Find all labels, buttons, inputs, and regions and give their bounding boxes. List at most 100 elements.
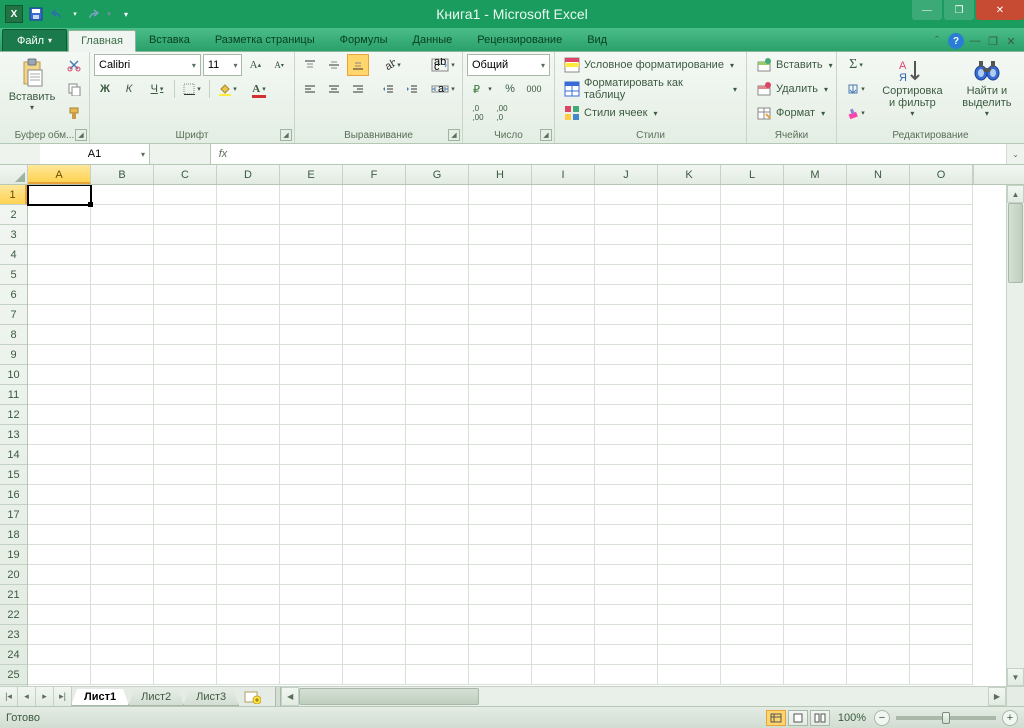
row-header[interactable]: 4	[0, 245, 27, 265]
column-header[interactable]: G	[406, 165, 469, 184]
cell[interactable]	[91, 505, 154, 525]
cell[interactable]	[217, 665, 280, 685]
zoom-in-icon[interactable]: +	[1002, 710, 1018, 726]
cell[interactable]	[217, 645, 280, 665]
cell[interactable]	[847, 265, 910, 285]
cell[interactable]	[721, 285, 784, 305]
row-header[interactable]: 10	[0, 365, 27, 385]
cell[interactable]	[658, 345, 721, 365]
cell[interactable]	[532, 545, 595, 565]
cell[interactable]	[280, 605, 343, 625]
workbook-close-icon[interactable]: ✕	[1004, 34, 1018, 48]
cell[interactable]	[721, 565, 784, 585]
cell[interactable]	[910, 345, 973, 365]
cell[interactable]	[280, 625, 343, 645]
column-header[interactable]: O	[910, 165, 973, 184]
cell[interactable]	[217, 325, 280, 345]
cell[interactable]	[280, 485, 343, 505]
row-header[interactable]: 6	[0, 285, 27, 305]
cell[interactable]	[721, 385, 784, 405]
row-header[interactable]: 7	[0, 305, 27, 325]
cell[interactable]	[154, 465, 217, 485]
cell[interactable]	[910, 625, 973, 645]
cell[interactable]	[469, 445, 532, 465]
cell[interactable]	[343, 365, 406, 385]
cell[interactable]	[595, 245, 658, 265]
cell[interactable]	[532, 245, 595, 265]
cell[interactable]	[532, 665, 595, 685]
cell[interactable]	[847, 405, 910, 425]
cell[interactable]	[343, 225, 406, 245]
cell[interactable]	[658, 445, 721, 465]
cell[interactable]	[28, 405, 91, 425]
cell[interactable]	[721, 185, 784, 205]
cell[interactable]	[280, 245, 343, 265]
cell[interactable]	[343, 385, 406, 405]
cell[interactable]	[154, 605, 217, 625]
cell[interactable]	[532, 205, 595, 225]
cell[interactable]	[595, 625, 658, 645]
cell[interactable]	[469, 305, 532, 325]
workbook-restore-icon[interactable]: ❐	[986, 34, 1000, 48]
cell[interactable]	[280, 265, 343, 285]
cell[interactable]	[469, 545, 532, 565]
cell[interactable]	[910, 525, 973, 545]
cell[interactable]	[910, 205, 973, 225]
cell[interactable]	[658, 625, 721, 645]
cell[interactable]	[721, 305, 784, 325]
sheet-nav-prev-icon[interactable]: ◂	[18, 687, 36, 706]
cell[interactable]	[343, 665, 406, 685]
cell[interactable]	[280, 425, 343, 445]
delete-cells-button[interactable]: Удалить	[751, 78, 832, 100]
cell[interactable]	[406, 185, 469, 205]
row-header[interactable]: 18	[0, 525, 27, 545]
cell[interactable]	[280, 645, 343, 665]
cell[interactable]	[784, 525, 847, 545]
autosum-icon[interactable]: Σ	[841, 54, 871, 76]
cell[interactable]	[910, 485, 973, 505]
cell[interactable]	[154, 445, 217, 465]
cell[interactable]	[532, 325, 595, 345]
cell[interactable]	[847, 625, 910, 645]
cell[interactable]	[595, 465, 658, 485]
cell[interactable]	[658, 525, 721, 545]
cell[interactable]	[595, 345, 658, 365]
scroll-track-v[interactable]	[1007, 203, 1024, 668]
cell[interactable]	[532, 605, 595, 625]
ribbon-tab-6[interactable]: Вид	[575, 29, 619, 51]
cell[interactable]	[532, 405, 595, 425]
cell[interactable]	[658, 245, 721, 265]
cell[interactable]	[343, 605, 406, 625]
cell[interactable]	[91, 645, 154, 665]
cell[interactable]	[217, 285, 280, 305]
cell[interactable]	[406, 345, 469, 365]
cell[interactable]	[91, 465, 154, 485]
cell[interactable]	[910, 185, 973, 205]
cells-area[interactable]	[28, 185, 1006, 686]
cell[interactable]	[469, 345, 532, 365]
row-header[interactable]: 1	[0, 185, 27, 205]
cell[interactable]	[343, 285, 406, 305]
cell[interactable]	[658, 265, 721, 285]
cell[interactable]	[406, 665, 469, 685]
cell[interactable]	[910, 505, 973, 525]
cell[interactable]	[784, 665, 847, 685]
cell[interactable]	[91, 405, 154, 425]
cell[interactable]	[28, 385, 91, 405]
cell[interactable]	[658, 545, 721, 565]
cell[interactable]	[343, 485, 406, 505]
row-header[interactable]: 25	[0, 665, 27, 685]
cell[interactable]	[658, 485, 721, 505]
cell[interactable]	[469, 525, 532, 545]
decrease-indent-icon[interactable]	[377, 78, 399, 100]
cell[interactable]	[91, 565, 154, 585]
row-header[interactable]: 21	[0, 585, 27, 605]
font-name-combo[interactable]: Calibri	[94, 54, 201, 76]
column-header[interactable]: M	[784, 165, 847, 184]
fx-icon[interactable]: fx	[211, 148, 235, 160]
cell[interactable]	[469, 465, 532, 485]
wrap-text-icon[interactable]: abc	[426, 54, 460, 76]
cell[interactable]	[784, 365, 847, 385]
cell[interactable]	[91, 485, 154, 505]
cell[interactable]	[406, 605, 469, 625]
